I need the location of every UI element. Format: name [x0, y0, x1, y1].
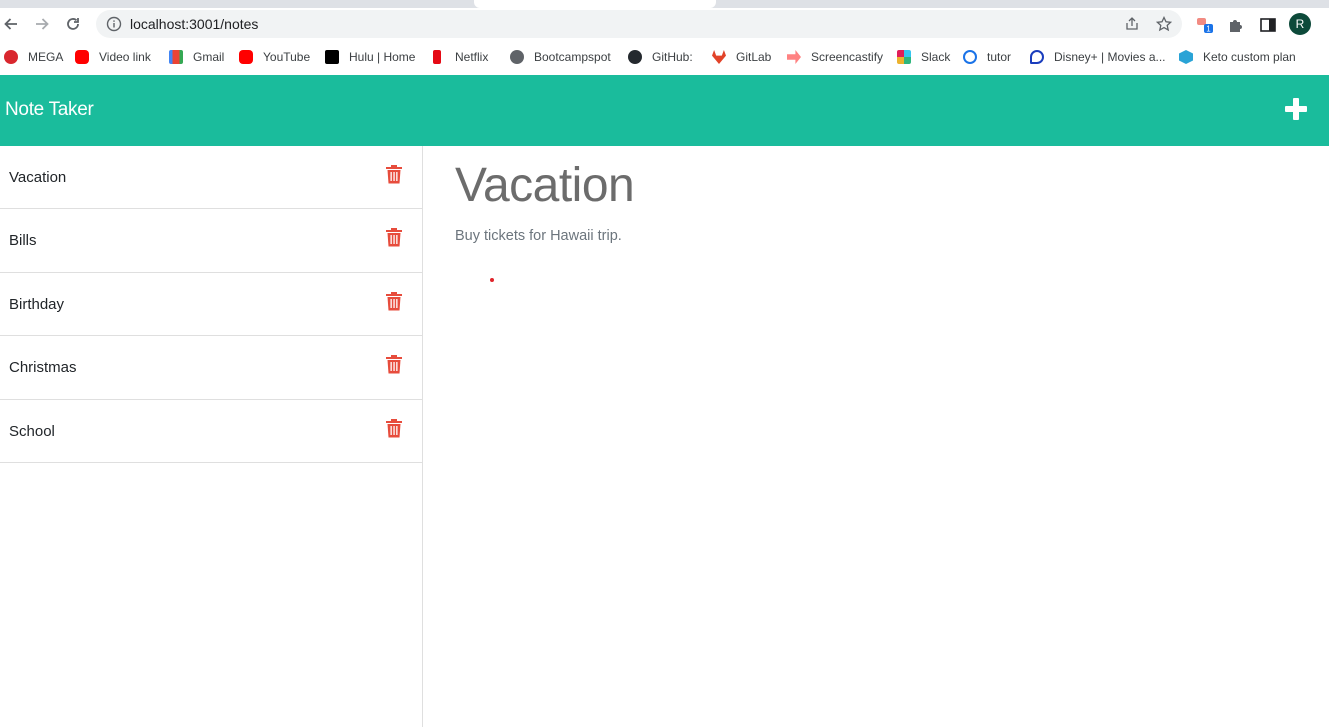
active-tab[interactable]	[474, 0, 716, 8]
note-title[interactable]: Vacation	[9, 169, 66, 186]
bookmark-hulu[interactable]: Hulu | Home	[325, 48, 415, 66]
back-icon[interactable]	[1, 14, 21, 34]
new-note-plus-icon[interactable]	[1284, 97, 1308, 121]
extensions-puzzle-icon[interactable]	[1227, 16, 1245, 34]
youtube-icon	[75, 50, 89, 64]
browser-toolbar: localhost:3001/notes 1 R	[0, 8, 1329, 40]
url-text[interactable]: localhost:3001/notes	[130, 16, 258, 32]
hulu-icon	[325, 50, 339, 64]
profile-avatar[interactable]: R	[1289, 13, 1311, 35]
bookmark-video-link[interactable]: Video link	[75, 48, 151, 66]
keto-icon	[1179, 50, 1193, 64]
bookmark-mega[interactable]: MEGA	[4, 48, 63, 66]
bookmark-slack[interactable]: Slack	[897, 48, 950, 66]
bookmark-tutor[interactable]: tutor	[963, 48, 1011, 66]
note-editor: Vacation Buy tickets for Hawaii trip.	[423, 146, 1329, 727]
bookmark-gitlab[interactable]: GitLab	[712, 48, 771, 66]
bookmarks-bar: MEGA Video link Gmail YouTube Hulu | Hom…	[0, 40, 1329, 74]
github-icon	[628, 50, 642, 64]
site-info-icon[interactable]	[106, 16, 122, 32]
list-item[interactable]: Christmas	[0, 336, 422, 400]
gitlab-icon	[712, 50, 726, 64]
address-bar[interactable]: localhost:3001/notes	[96, 10, 1182, 38]
bookmark-bootcampspot[interactable]: Bootcampspot	[510, 48, 611, 66]
note-title[interactable]: Bills	[9, 232, 37, 249]
gmail-icon	[169, 50, 183, 64]
mega-icon	[4, 50, 18, 64]
slack-icon	[897, 50, 911, 64]
bookmark-gmail[interactable]: Gmail	[169, 48, 224, 66]
svg-text:1: 1	[1206, 25, 1211, 34]
bookmark-github[interactable]: GitHub:	[628, 48, 693, 66]
note-title[interactable]: School	[9, 423, 55, 440]
app-brand[interactable]: Note Taker	[5, 99, 94, 121]
note-title[interactable]: Birthday	[9, 296, 64, 313]
forward-icon[interactable]	[32, 14, 52, 34]
app-navbar: Note Taker	[0, 75, 1329, 146]
trash-icon[interactable]	[386, 418, 402, 438]
bookmark-disney[interactable]: Disney+ | Movies a...	[1030, 48, 1166, 66]
note-title[interactable]: Christmas	[9, 359, 77, 376]
list-item[interactable]: Bills	[0, 209, 422, 273]
globe-icon	[510, 50, 524, 64]
bookmark-keto[interactable]: Keto custom plan	[1179, 48, 1296, 66]
reload-icon[interactable]	[63, 14, 83, 34]
youtube-icon	[239, 50, 253, 64]
disney-icon	[1030, 50, 1044, 64]
trash-icon[interactable]	[386, 355, 402, 374]
note-title-input[interactable]: Vacation	[455, 158, 635, 213]
list-item[interactable]: Vacation	[0, 146, 422, 210]
bookmark-youtube[interactable]: YouTube	[239, 48, 310, 66]
note-text-area[interactable]: Buy tickets for Hawaii trip.	[455, 228, 622, 244]
share-icon[interactable]	[1124, 16, 1140, 32]
tutor-icon	[963, 50, 977, 64]
cursor-dot	[490, 278, 494, 282]
trash-icon[interactable]	[386, 291, 402, 311]
bookmark-screencastify[interactable]: Screencastify	[787, 48, 883, 66]
trash-icon[interactable]	[386, 228, 402, 247]
list-item[interactable]: School	[0, 400, 422, 463]
bookmark-netflix[interactable]: Netflix	[433, 48, 488, 66]
screencastify-icon	[787, 50, 801, 64]
side-panel-icon[interactable]	[1259, 16, 1277, 34]
netflix-icon	[433, 50, 441, 64]
bookmark-star-icon[interactable]	[1156, 16, 1172, 32]
notes-sidebar: Vacation Bills Birthday Christmas School	[0, 146, 423, 727]
extension-badge-icon[interactable]: 1	[1196, 16, 1214, 34]
list-item[interactable]: Birthday	[0, 273, 422, 337]
tab-strip	[0, 0, 1329, 8]
trash-icon[interactable]	[386, 165, 402, 184]
